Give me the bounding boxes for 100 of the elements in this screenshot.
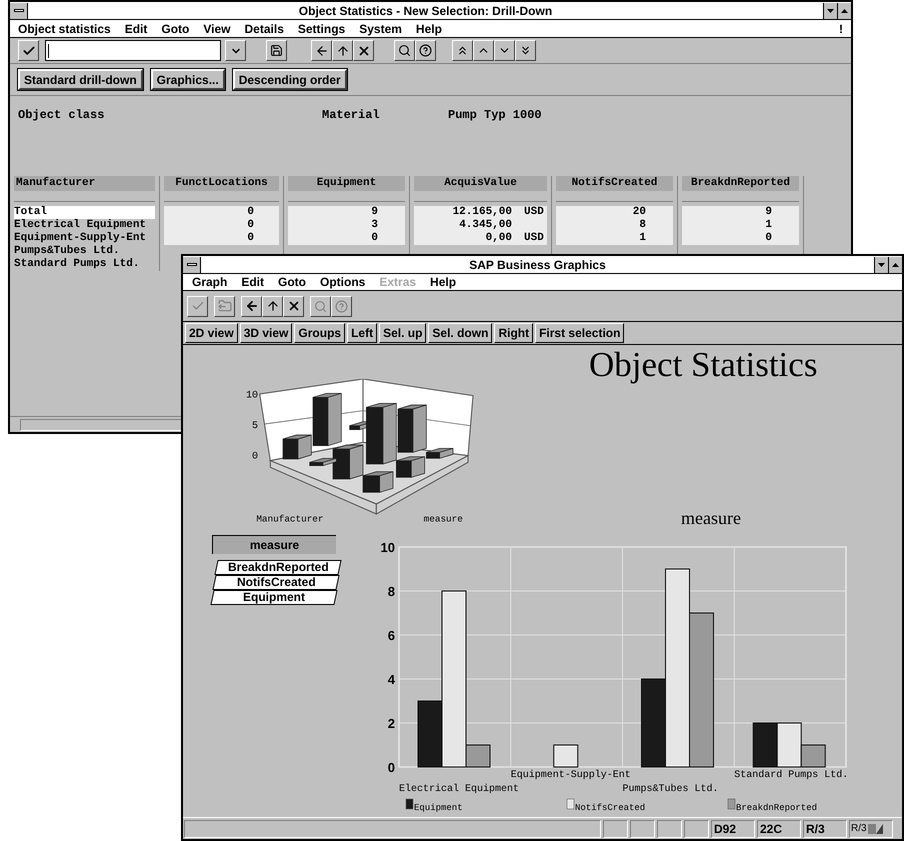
help-button[interactable] xyxy=(331,296,352,316)
menu-item[interactable]: Edit xyxy=(241,273,264,291)
table-cell-text: 0 xyxy=(246,206,254,219)
status-field: R/3 xyxy=(803,820,847,838)
legend-swatch xyxy=(566,798,574,810)
menu-item[interactable]: Goto xyxy=(161,20,190,38)
view-button[interactable]: Groups xyxy=(294,323,346,343)
cancel-button[interactable] xyxy=(353,40,374,61)
tick-label: 0 xyxy=(252,452,258,463)
up-triangle-icon xyxy=(892,262,899,266)
system-menu-icon[interactable] xyxy=(183,256,201,272)
table-cell-text: 0 xyxy=(246,219,254,232)
status-field: D92 xyxy=(711,820,755,838)
menu-item[interactable]: Edit xyxy=(124,20,148,38)
legend-swatch xyxy=(406,798,414,810)
menu-item[interactable]: Graph xyxy=(192,273,228,291)
system-badge: R/3 xyxy=(849,820,893,838)
double-chevron-up-icon xyxy=(456,44,469,57)
row-label: Pumps&Tubes Ltd. xyxy=(14,245,121,258)
status-field xyxy=(630,820,655,838)
push-button[interactable]: Standard drill-down xyxy=(18,69,143,90)
view-button[interactable]: Right xyxy=(494,323,534,343)
chart-heading: Object Statistics xyxy=(589,347,818,382)
axis-label: measure xyxy=(424,514,463,525)
menu-item[interactable]: Object statistics xyxy=(18,20,111,38)
status-field xyxy=(603,820,628,838)
legend-item[interactable]: BreakdnReported xyxy=(214,560,342,575)
menu-item[interactable]: Options xyxy=(320,273,366,291)
menu-item[interactable]: View xyxy=(203,20,231,38)
table-cell-text: 0 xyxy=(370,232,378,245)
up-button[interactable] xyxy=(262,296,283,316)
table-cell-text: 3 xyxy=(370,219,378,232)
menu-flag-text: ! xyxy=(839,20,843,38)
currency-cell: USD xyxy=(524,206,544,219)
menu-item[interactable]: Goto xyxy=(278,273,306,291)
last-page-button[interactable] xyxy=(515,40,536,61)
tick-label: 5 xyxy=(252,421,258,432)
push-button[interactable]: Descending order xyxy=(232,69,347,90)
row-label: Equipment-Supply-Ent xyxy=(14,232,148,245)
column-header: Manufacturer xyxy=(14,176,155,191)
column-header: AcquisValue xyxy=(414,176,547,191)
first-page-button[interactable] xyxy=(452,40,473,61)
tick-label: 8 xyxy=(388,584,395,599)
dropdown-button[interactable] xyxy=(225,40,246,61)
view-button[interactable]: Left xyxy=(347,323,378,343)
menu-item[interactable]: System xyxy=(359,20,402,38)
maximize-button[interactable] xyxy=(888,256,902,272)
window-title: SAP Business Graphics xyxy=(468,256,607,274)
folder-arrow-icon xyxy=(218,299,232,313)
back-button[interactable] xyxy=(311,40,332,61)
maximize-button[interactable] xyxy=(837,2,851,18)
chart-title: measure xyxy=(681,509,741,527)
save-button[interactable] xyxy=(266,40,287,61)
cancel-button[interactable] xyxy=(283,296,304,316)
system-menu-icon[interactable] xyxy=(10,2,28,18)
menu-item[interactable]: Settings xyxy=(298,20,346,38)
check-button[interactable] xyxy=(187,296,208,316)
check-button[interactable] xyxy=(18,40,39,61)
up-button[interactable] xyxy=(332,40,353,61)
search-icon xyxy=(398,44,411,57)
view-button[interactable]: First selection xyxy=(535,323,624,343)
legend-label: BreakdnReported xyxy=(736,803,818,813)
down-triangle-icon xyxy=(827,8,834,12)
minimize-button[interactable] xyxy=(823,2,837,18)
previous-page-button[interactable] xyxy=(473,40,494,61)
axis-label: Manufacturer xyxy=(256,514,324,525)
legend-item[interactable]: NotifsCreated xyxy=(212,575,340,590)
find-button[interactable] xyxy=(310,296,331,316)
help-button[interactable] xyxy=(415,40,436,61)
tick-label: 4 xyxy=(388,672,395,687)
row-label: Total xyxy=(14,206,155,219)
legend-item[interactable]: Equipment xyxy=(210,590,338,605)
legend-label: Equipment xyxy=(414,803,463,813)
export-button[interactable] xyxy=(214,296,235,316)
menu-item[interactable]: Help xyxy=(416,20,442,38)
view-button[interactable]: 3D view xyxy=(240,323,292,343)
menu-item[interactable]: Help xyxy=(430,273,456,291)
up-triangle-icon xyxy=(841,8,848,12)
up-arrow-icon xyxy=(336,44,350,58)
view-button[interactable]: 2D view xyxy=(185,323,238,343)
command-field[interactable] xyxy=(45,40,221,61)
bar xyxy=(752,722,778,768)
next-page-button[interactable] xyxy=(494,40,515,61)
status-field xyxy=(684,820,709,838)
tick-label: 6 xyxy=(388,628,395,643)
back-button[interactable] xyxy=(241,296,262,316)
table-cell-text: 1 xyxy=(764,219,772,232)
table-cell-text: 0 xyxy=(764,232,772,245)
tick-label: 2 xyxy=(388,716,395,731)
push-button[interactable]: Graphics... xyxy=(150,69,225,90)
view-button[interactable]: Sel. up xyxy=(379,323,426,343)
find-button[interactable] xyxy=(394,40,415,61)
tick-label: 0 xyxy=(388,760,395,775)
row-label: Standard Pumps Ltd. xyxy=(14,258,140,271)
menu-item[interactable]: Details xyxy=(244,20,284,38)
status-field: 22C xyxy=(757,820,801,838)
category-label: Standard Pumps Ltd. xyxy=(734,770,848,781)
column-header: BreakdnReported xyxy=(682,176,799,191)
minimize-button[interactable] xyxy=(874,256,888,272)
view-button[interactable]: Sel. down xyxy=(428,323,492,343)
